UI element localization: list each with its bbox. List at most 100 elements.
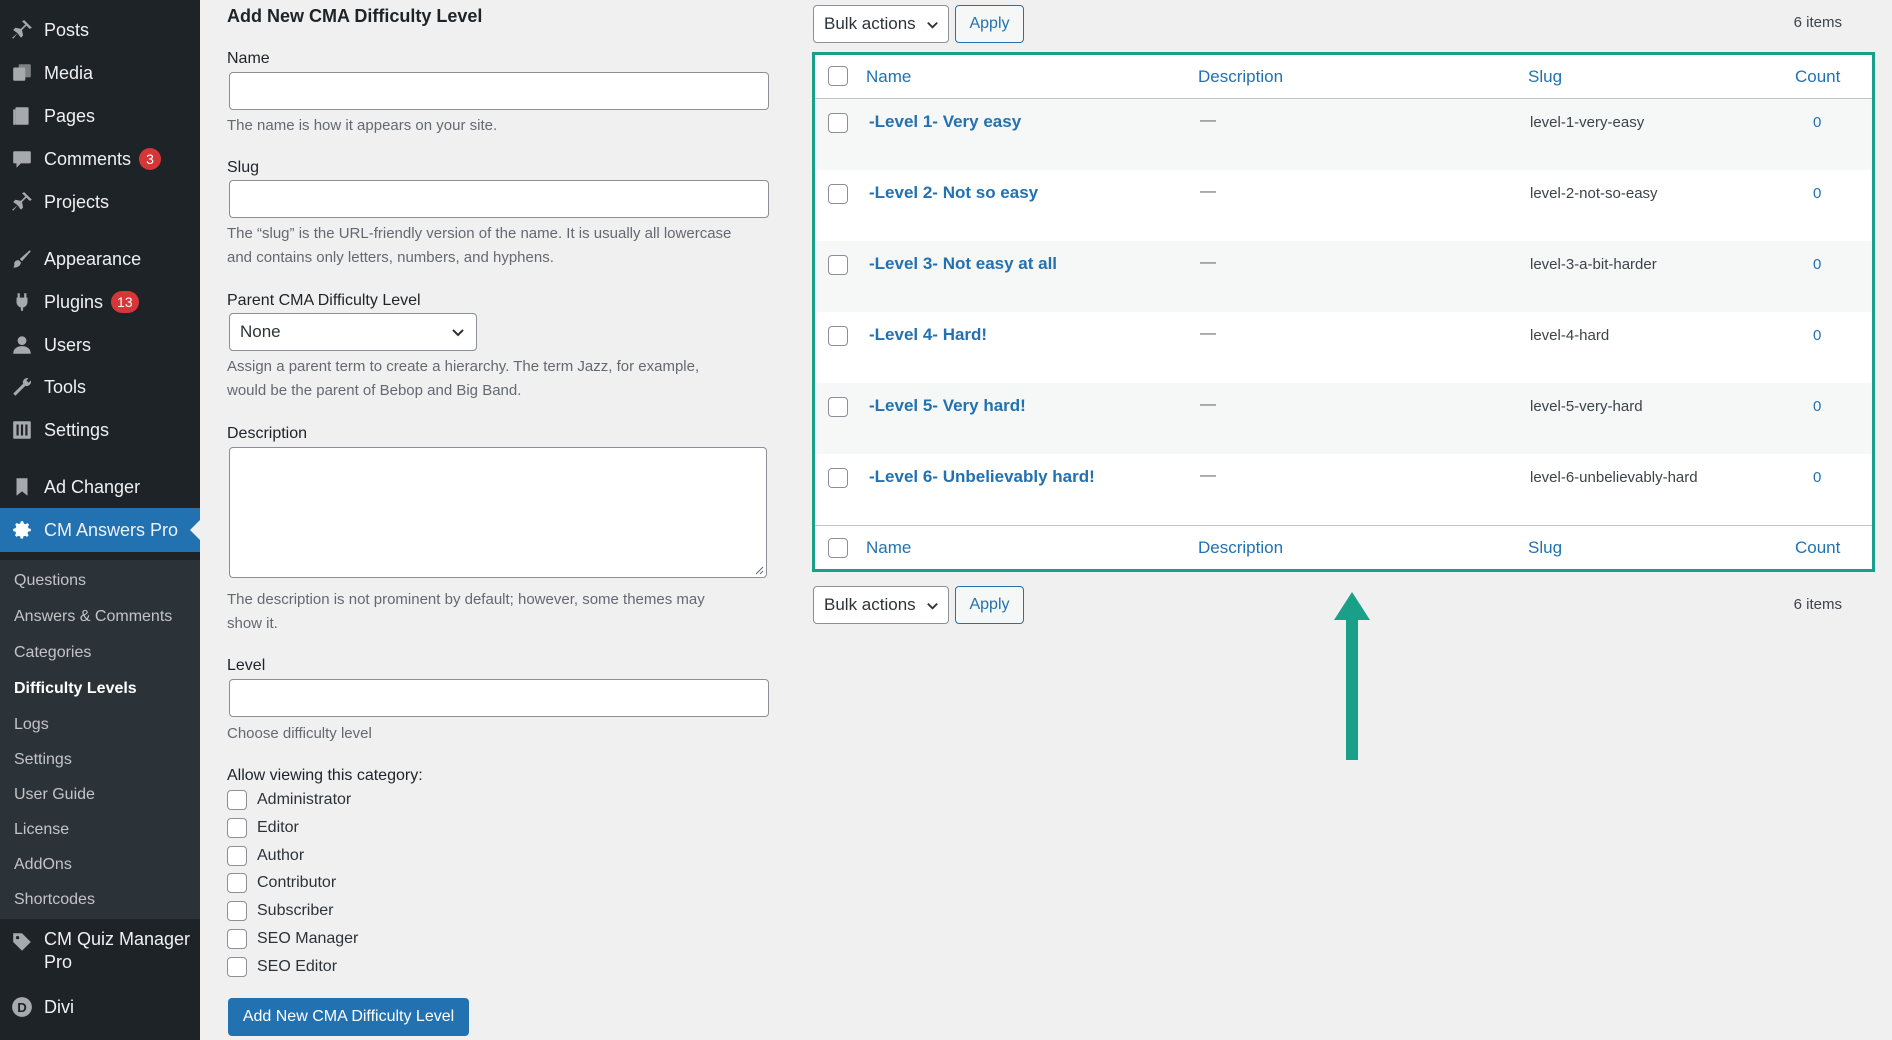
role-seo-editor[interactable]: SEO Editor xyxy=(227,957,337,977)
term-count-link[interactable]: 0 xyxy=(1813,327,1821,344)
table-row: -Level 5- Very hard! — level-5-very-hard… xyxy=(815,383,1872,454)
apply-button-bottom[interactable]: Apply xyxy=(955,586,1024,624)
description-textarea[interactable] xyxy=(229,447,767,578)
resize-grip-icon[interactable] xyxy=(754,565,764,575)
row-checkbox[interactable] xyxy=(828,255,848,275)
media-icon xyxy=(10,61,34,85)
select-all-checkbox-footer[interactable] xyxy=(828,538,848,558)
term-count-link[interactable]: 0 xyxy=(1813,398,1821,415)
submenu-item-answers-comments[interactable]: Answers & Comments xyxy=(14,608,172,626)
term-description: — xyxy=(1200,467,1216,484)
submenu-item-categories[interactable]: Categories xyxy=(14,644,91,662)
table-row: -Level 3- Not easy at all — level-3-a-bi… xyxy=(815,241,1872,312)
term-name-link[interactable]: -Level 2- Not so easy xyxy=(869,183,1038,203)
menu-item-cm-quiz-manager-pro[interactable]: CM Quiz Manager Pro xyxy=(0,928,200,976)
menu-item-projects[interactable]: Projects xyxy=(0,185,200,219)
submenu-item-difficulty-levels[interactable]: Difficulty Levels xyxy=(14,680,137,698)
checkbox[interactable] xyxy=(227,790,247,810)
term-name-link[interactable]: -Level 5- Very hard! xyxy=(869,396,1026,416)
table-row: -Level 6- Unbelievably hard! — level-6-u… xyxy=(815,454,1872,525)
divi-icon: D xyxy=(10,995,34,1019)
checkbox[interactable] xyxy=(227,929,247,949)
menu-item-cm-answers-pro[interactable]: CM Answers Pro xyxy=(0,508,200,552)
chevron-down-icon xyxy=(452,329,464,337)
menu-item-plugins[interactable]: Plugins 13 xyxy=(0,285,200,319)
role-subscriber[interactable]: Subscriber xyxy=(227,901,333,921)
term-count-link[interactable]: 0 xyxy=(1813,114,1821,131)
parent-select[interactable]: None xyxy=(229,313,477,351)
slug-input[interactable] xyxy=(229,180,769,218)
checkbox[interactable] xyxy=(227,957,247,977)
menu-item-settings[interactable]: Settings xyxy=(0,413,200,447)
role-author[interactable]: Author xyxy=(227,846,304,866)
checkbox[interactable] xyxy=(227,873,247,893)
submenu-item-logs[interactable]: Logs xyxy=(14,716,49,734)
column-footer-count[interactable]: Count xyxy=(1795,538,1840,558)
bulk-actions-select-bottom[interactable]: Bulk actions xyxy=(813,586,949,624)
role-seo-manager[interactable]: SEO Manager xyxy=(227,929,358,949)
row-checkbox[interactable] xyxy=(828,326,848,346)
row-checkbox[interactable] xyxy=(828,184,848,204)
submenu-item-settings[interactable]: Settings xyxy=(14,751,72,769)
column-header-description[interactable]: Description xyxy=(1198,67,1283,87)
checkbox[interactable] xyxy=(227,818,247,838)
role-contributor[interactable]: Contributor xyxy=(227,873,336,893)
term-count-link[interactable]: 0 xyxy=(1813,185,1821,202)
menu-label: Appearance xyxy=(44,248,142,269)
column-footer-description[interactable]: Description xyxy=(1198,538,1283,558)
submenu-item-addons[interactable]: AddOns xyxy=(14,856,72,874)
term-name-link[interactable]: -Level 4- Hard! xyxy=(869,325,987,345)
row-checkbox[interactable] xyxy=(828,468,848,488)
checkbox[interactable] xyxy=(227,901,247,921)
bulk-actions-select-top[interactable]: Bulk actions xyxy=(813,5,949,43)
add-new-difficulty-level-button[interactable]: Add New CMA Difficulty Level xyxy=(228,998,469,1036)
checkbox[interactable] xyxy=(227,846,247,866)
bulk-actions-value: Bulk actions xyxy=(824,14,916,33)
name-input[interactable] xyxy=(229,72,769,110)
column-header-name[interactable]: Name xyxy=(866,67,911,87)
menu-label: Tools xyxy=(44,376,87,397)
submenu-item-questions[interactable]: Questions xyxy=(14,572,86,590)
role-label: SEO Editor xyxy=(257,958,338,975)
level-input[interactable] xyxy=(229,679,769,717)
column-header-slug[interactable]: Slug xyxy=(1528,67,1562,87)
term-slug: level-6-unbelievably-hard xyxy=(1530,469,1698,486)
slug-help-line1: The “slug” is the URL-friendly version o… xyxy=(227,225,732,242)
menu-label: Media xyxy=(44,62,94,83)
role-label: Author xyxy=(257,847,305,864)
items-count-top: 6 items xyxy=(1793,14,1842,31)
menu-label: Projects xyxy=(44,191,110,212)
column-footer-name[interactable]: Name xyxy=(866,538,911,558)
annotation-arrow-icon xyxy=(1334,592,1370,760)
term-count-link[interactable]: 0 xyxy=(1813,256,1821,273)
menu-item-pages[interactable]: Pages xyxy=(0,99,200,133)
bookmark-icon xyxy=(10,475,34,499)
row-checkbox[interactable] xyxy=(828,113,848,133)
column-footer-slug[interactable]: Slug xyxy=(1528,538,1562,558)
menu-item-comments[interactable]: Comments 3 xyxy=(0,142,200,176)
role-administrator[interactable]: Administrator xyxy=(227,790,351,810)
submenu-item-license[interactable]: License xyxy=(14,821,69,839)
submenu-item-user-guide[interactable]: User Guide xyxy=(14,786,95,804)
menu-item-appearance[interactable]: Appearance xyxy=(0,242,200,276)
term-name-link[interactable]: -Level 3- Not easy at all xyxy=(869,254,1057,274)
gear-icon xyxy=(10,518,34,542)
menu-item-posts[interactable]: Posts xyxy=(0,13,200,47)
bulk-actions-value: Bulk actions xyxy=(824,595,916,614)
column-header-count[interactable]: Count xyxy=(1795,67,1840,87)
menu-item-divi[interactable]: D Divi xyxy=(0,990,200,1024)
row-checkbox[interactable] xyxy=(828,397,848,417)
wrench-icon xyxy=(10,375,34,399)
menu-item-media[interactable]: Media xyxy=(0,56,200,90)
menu-item-ad-changer[interactable]: Ad Changer xyxy=(0,470,200,504)
select-all-checkbox[interactable] xyxy=(828,66,848,86)
menu-item-tools[interactable]: Tools xyxy=(0,370,200,404)
apply-button-top[interactable]: Apply xyxy=(955,5,1024,43)
role-editor[interactable]: Editor xyxy=(227,818,299,838)
term-count-link[interactable]: 0 xyxy=(1813,469,1821,486)
menu-item-users[interactable]: Users xyxy=(0,328,200,362)
term-name-link[interactable]: -Level 6- Unbelievably hard! xyxy=(869,467,1095,487)
term-name-link[interactable]: -Level 1- Very easy xyxy=(869,112,1021,132)
roles-label: Allow viewing this category: xyxy=(227,767,423,784)
submenu-item-shortcodes[interactable]: Shortcodes xyxy=(14,891,95,909)
